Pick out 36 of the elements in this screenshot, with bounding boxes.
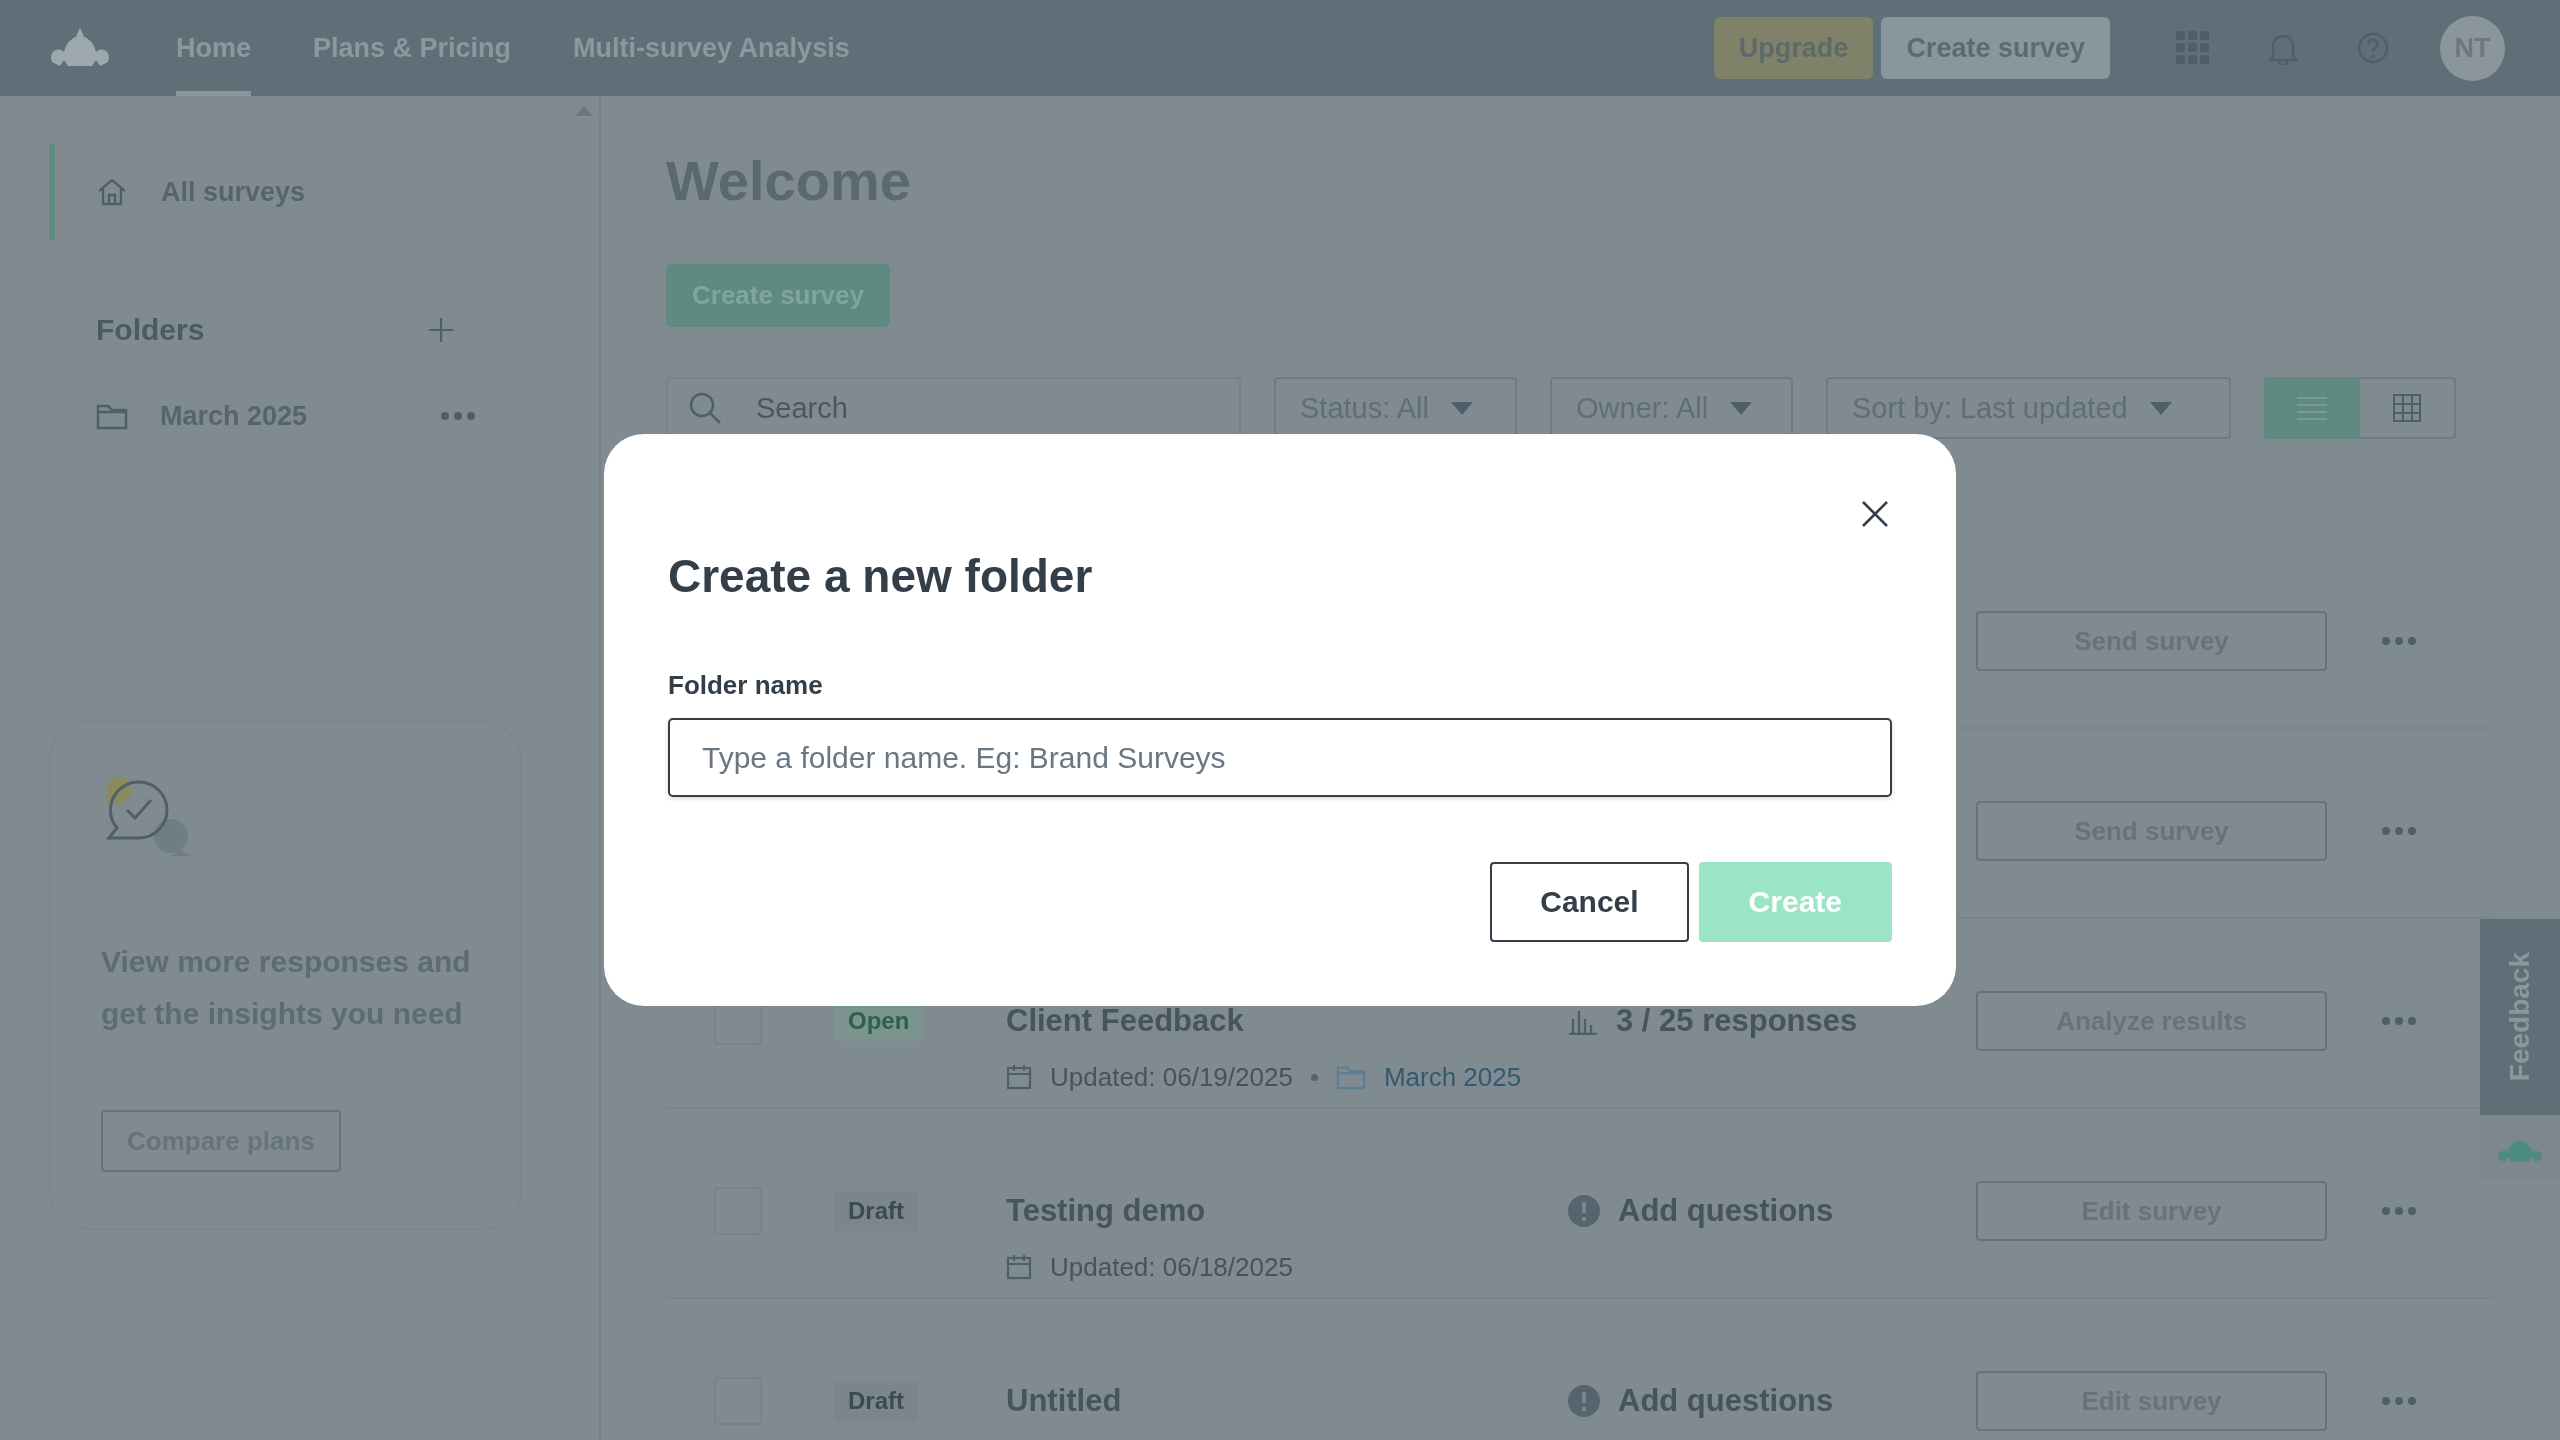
survey-title[interactable]: Testing demo xyxy=(1006,1189,1568,1233)
caret-icon xyxy=(1730,401,1753,415)
add-questions-link[interactable]: Add questions xyxy=(1618,1383,1834,1419)
search-icon xyxy=(688,391,722,425)
exclamation-icon xyxy=(1568,1195,1600,1227)
status-badge: Draft xyxy=(834,1381,918,1421)
close-icon xyxy=(1861,500,1889,528)
dialog-title: Create a new folder xyxy=(668,549,1094,604)
exclamation-icon xyxy=(1568,1385,1600,1417)
grid-view-button[interactable] xyxy=(2360,377,2456,439)
list-icon xyxy=(2297,396,2327,420)
plus-icon[interactable] xyxy=(428,317,454,343)
folder-name-field[interactable]: Type a folder name. Eg: Brand Surveys xyxy=(668,718,1892,797)
cancel-button[interactable]: Cancel xyxy=(1490,862,1689,942)
calendar-icon xyxy=(1006,1064,1032,1090)
more-icon[interactable] xyxy=(2381,1396,2417,1406)
field-label: Folder name xyxy=(668,669,824,702)
caret-icon xyxy=(1450,401,1473,415)
more-icon[interactable] xyxy=(440,411,476,421)
folder-link[interactable]: March 2025 xyxy=(1383,1061,1522,1093)
survey-title[interactable]: Untitled xyxy=(1006,1379,1568,1423)
grid-icon xyxy=(2393,394,2421,422)
updated-date: Updated: 06/18/2025 xyxy=(1050,1251,1293,1283)
add-questions-link[interactable]: Add questions xyxy=(1618,1193,1834,1229)
more-icon[interactable] xyxy=(2381,1016,2417,1026)
bullet-icon xyxy=(1310,1073,1318,1081)
home-icon xyxy=(96,176,128,208)
calendar-icon xyxy=(1006,1254,1032,1280)
responses-count: 3 / 25 responses xyxy=(1616,1003,1858,1039)
more-icon[interactable] xyxy=(2381,826,2417,836)
caret-icon xyxy=(2149,401,2172,415)
status-badge: Draft xyxy=(834,1191,918,1231)
more-icon[interactable] xyxy=(2381,1206,2417,1216)
list-view-button[interactable] xyxy=(2264,377,2360,439)
more-icon[interactable] xyxy=(2381,636,2417,646)
updated-date: Updated: 06/19/2025 xyxy=(1050,1061,1293,1093)
